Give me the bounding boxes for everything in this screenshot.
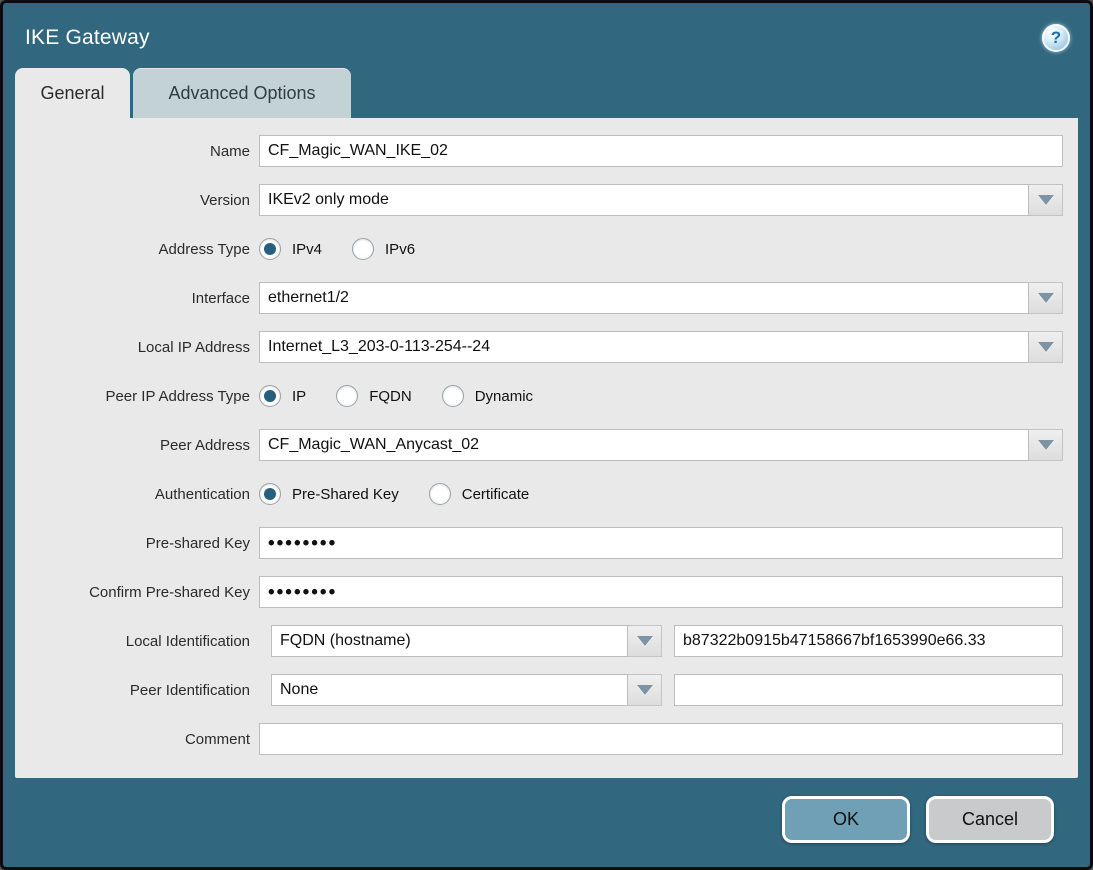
field-row-preshared-key: Pre-shared Key xyxy=(15,527,1063,559)
preshared-key-input[interactable] xyxy=(259,527,1063,559)
peer-address-label: Peer Address xyxy=(15,437,259,454)
tab-general[interactable]: General xyxy=(15,68,130,118)
interface-dropdown-button[interactable] xyxy=(1029,282,1063,314)
name-input[interactable] xyxy=(259,135,1063,167)
radio-certificate-label: Certificate xyxy=(462,486,530,503)
tab-bar: General Advanced Options xyxy=(15,68,1090,118)
chevron-down-icon xyxy=(1038,342,1054,352)
radio-ipv6-label: IPv6 xyxy=(385,241,415,258)
field-row-peer-ip-type: Peer IP Address Type IP FQDN Dynamic xyxy=(15,380,1063,412)
name-label: Name xyxy=(15,143,259,160)
cancel-button[interactable]: Cancel xyxy=(926,796,1054,843)
tab-advanced-options[interactable]: Advanced Options xyxy=(133,68,351,118)
field-row-address-type: Address Type IPv4 IPv6 xyxy=(15,233,1063,265)
field-row-version: Version xyxy=(15,184,1063,216)
radio-unselected-icon xyxy=(442,385,464,407)
interface-input[interactable] xyxy=(259,282,1029,314)
radio-fqdn[interactable]: FQDN xyxy=(336,385,412,407)
local-ip-label: Local IP Address xyxy=(15,339,259,356)
chevron-down-icon xyxy=(1038,195,1054,205)
field-row-comment: Comment xyxy=(15,723,1063,755)
peer-identification-type-select[interactable] xyxy=(271,674,628,706)
radio-unselected-icon xyxy=(352,238,374,260)
radio-dynamic-label: Dynamic xyxy=(475,388,533,405)
peer-identification-value-input[interactable] xyxy=(674,674,1063,706)
version-label: Version xyxy=(15,192,259,209)
peer-identification-label: Peer Identification xyxy=(15,682,259,699)
peer-address-dropdown-button[interactable] xyxy=(1029,429,1063,461)
peer-identification-dropdown-button[interactable] xyxy=(628,674,662,706)
field-row-name: Name xyxy=(15,135,1063,167)
radio-ip[interactable]: IP xyxy=(259,385,306,407)
interface-label: Interface xyxy=(15,290,259,307)
field-row-peer-address: Peer Address xyxy=(15,429,1063,461)
local-ip-dropdown-button[interactable] xyxy=(1029,331,1063,363)
comment-input[interactable] xyxy=(259,723,1063,755)
radio-selected-icon xyxy=(259,385,281,407)
radio-unselected-icon xyxy=(429,483,451,505)
local-identification-type-select[interactable] xyxy=(271,625,628,657)
confirm-key-label: Confirm Pre-shared Key xyxy=(15,584,259,601)
radio-pre-shared-key[interactable]: Pre-Shared Key xyxy=(259,483,399,505)
dialog-footer: OK Cancel xyxy=(3,778,1090,867)
comment-label: Comment xyxy=(15,731,259,748)
ok-button[interactable]: OK xyxy=(782,796,910,843)
radio-ipv4-label: IPv4 xyxy=(292,241,322,258)
radio-fqdn-label: FQDN xyxy=(369,388,412,405)
dialog-titlebar: IKE Gateway ? xyxy=(3,3,1090,68)
field-row-confirm-key: Confirm Pre-shared Key xyxy=(15,576,1063,608)
local-identification-label: Local Identification xyxy=(15,633,259,650)
version-input[interactable] xyxy=(259,184,1029,216)
peer-ip-type-label: Peer IP Address Type xyxy=(15,388,259,405)
chevron-down-icon xyxy=(637,685,653,695)
ike-gateway-dialog: IKE Gateway ? General Advanced Options N… xyxy=(0,0,1093,870)
preshared-key-label: Pre-shared Key xyxy=(15,535,259,552)
radio-psk-label: Pre-Shared Key xyxy=(292,486,399,503)
version-dropdown-button[interactable] xyxy=(1029,184,1063,216)
local-identification-dropdown-button[interactable] xyxy=(628,625,662,657)
radio-selected-icon xyxy=(259,483,281,505)
radio-certificate[interactable]: Certificate xyxy=(429,483,530,505)
local-identification-value-input[interactable] xyxy=(674,625,1063,657)
authentication-label: Authentication xyxy=(15,486,259,503)
chevron-down-icon xyxy=(1038,440,1054,450)
radio-ip-label: IP xyxy=(292,388,306,405)
peer-address-input[interactable] xyxy=(259,429,1029,461)
field-row-peer-identification: Peer Identification xyxy=(15,674,1063,706)
general-tab-panel: Name Version Address Type IPv4 xyxy=(15,118,1078,778)
field-row-local-ip: Local IP Address xyxy=(15,331,1063,363)
radio-ipv4[interactable]: IPv4 xyxy=(259,238,322,260)
radio-selected-icon xyxy=(259,238,281,260)
help-icon[interactable]: ? xyxy=(1042,24,1070,52)
chevron-down-icon xyxy=(637,636,653,646)
field-row-interface: Interface xyxy=(15,282,1063,314)
chevron-down-icon xyxy=(1038,293,1054,303)
radio-ipv6[interactable]: IPv6 xyxy=(352,238,415,260)
field-row-local-identification: Local Identification xyxy=(15,625,1063,657)
field-row-authentication: Authentication Pre-Shared Key Certificat… xyxy=(15,478,1063,510)
confirm-key-input[interactable] xyxy=(259,576,1063,608)
address-type-label: Address Type xyxy=(15,241,259,258)
radio-dynamic[interactable]: Dynamic xyxy=(442,385,533,407)
dialog-title: IKE Gateway xyxy=(25,26,150,50)
local-ip-input[interactable] xyxy=(259,331,1029,363)
radio-unselected-icon xyxy=(336,385,358,407)
